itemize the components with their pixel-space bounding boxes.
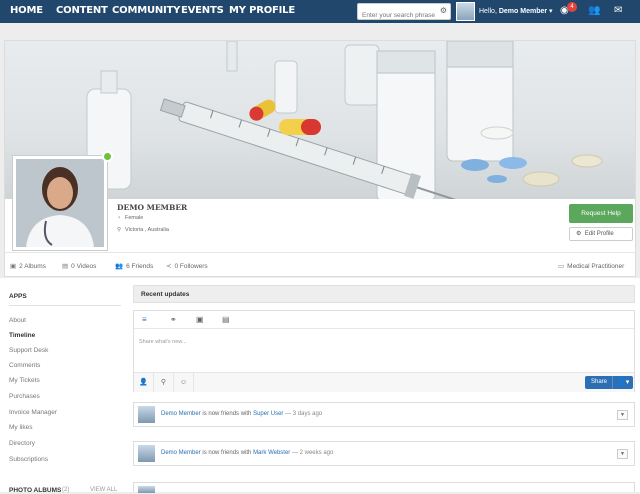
apps-divider	[9, 305, 121, 306]
edit-profile-label: Edit Profile	[584, 231, 614, 237]
app-item-subscriptions[interactable]: Subscriptions	[9, 456, 48, 463]
online-status-indicator	[102, 151, 113, 162]
share-separator	[612, 376, 613, 389]
composer-footer: 👤 ⚲ ☺ Share 👤▾	[134, 372, 634, 392]
profile-location: ⚲ Victoria , Australia	[117, 227, 169, 233]
smiley-icon[interactable]: ☺	[174, 373, 194, 392]
activity-time: — 2 weeks ago	[291, 450, 334, 456]
photo-albums-count: (2)	[62, 487, 70, 493]
share-button[interactable]: Share 👤▾	[585, 376, 633, 389]
activity-target-link[interactable]: Super User	[253, 411, 283, 417]
status-lines-icon[interactable]: ≡	[142, 315, 147, 324]
app-item-support-desk[interactable]: Support Desk	[9, 347, 48, 354]
nav-events[interactable]: EVENTS	[181, 5, 224, 16]
app-item-my-tickets[interactable]: My Tickets	[9, 377, 40, 384]
nav-home[interactable]: HOME	[10, 5, 43, 16]
messages-envelope-icon[interactable]: ✉	[614, 5, 622, 16]
id-card-icon: ▭	[558, 263, 565, 270]
tag-friends-icon[interactable]: 👤	[134, 373, 154, 392]
top-navbar: HOME CONTENT COMMUNITY EVENTS MY PROFILE…	[0, 0, 640, 23]
film-icon: ▤	[62, 263, 69, 270]
activity-item-partial	[133, 482, 635, 493]
friends-count: 6 Friends	[126, 263, 154, 270]
notification-badge: 4	[567, 2, 577, 12]
status-composer: ≡ ⚭ ▣ ▤ Share what's new... 👤 ⚲ ☺ Share …	[133, 310, 635, 392]
user-menu[interactable]: Hello, Demo Member ▾	[479, 7, 553, 15]
activity-item: Demo Member is now friends with Super Us…	[133, 402, 635, 427]
profile-stats-bar: ▣ 2 Albums ▤ 0 Videos 👥 6 Friends ≺ 0 Follow…	[5, 252, 635, 276]
stat-albums[interactable]: ▣ 2 Albums	[10, 262, 46, 270]
app-item-comments[interactable]: Comments	[9, 362, 40, 369]
user-name: Demo Member	[498, 8, 548, 15]
avatar-portrait	[16, 159, 104, 247]
nav-my-profile[interactable]: MY PROFILE	[229, 5, 295, 16]
share-icon: ≺	[166, 263, 172, 270]
activity-avatar[interactable]	[138, 445, 155, 462]
stat-followers[interactable]: ≺ 0 Followers	[166, 262, 208, 270]
search-box: ⚙	[357, 3, 451, 23]
profile-gender: ♀ Female	[117, 215, 143, 221]
albums-count: 2 Albums	[19, 263, 46, 270]
hello-prefix: Hello,	[479, 8, 497, 15]
search-input[interactable]	[358, 8, 436, 23]
recent-updates-header: Recent updates	[133, 285, 635, 303]
composer-tabs: ≡ ⚭ ▣ ▤	[134, 311, 634, 329]
gear-icon: ⚙	[576, 231, 582, 237]
photo-albums-title: PHOTO ALBUMS	[9, 487, 62, 494]
app-item-purchases[interactable]: Purchases	[9, 393, 40, 400]
view-all-albums-link[interactable]: VIEW ALL	[90, 487, 117, 493]
nav-content[interactable]: CONTENT	[56, 5, 108, 16]
activity-actor-link[interactable]: Demo Member	[161, 450, 201, 456]
app-item-about[interactable]: About	[9, 317, 26, 324]
location-pin-icon: ⚲	[117, 227, 122, 233]
activity-verb: is now friends with	[202, 450, 252, 456]
activity-target-link[interactable]: Mark Webster	[253, 450, 290, 456]
activity-options-chevron-down-icon[interactable]: ▼	[617, 410, 628, 420]
location-pin-icon[interactable]: ⚲	[154, 373, 174, 392]
stat-friends[interactable]: 👥 6 Friends	[115, 262, 153, 270]
request-help-button[interactable]: Request Help	[569, 204, 633, 223]
search-options-gear-icon[interactable]: ⚙	[440, 6, 447, 15]
followers-count: 0 Followers	[174, 263, 208, 270]
app-item-directory[interactable]: Directory	[9, 440, 35, 447]
privacy-user-icon[interactable]: 👤▾	[617, 376, 629, 389]
video-film-icon[interactable]: ▤	[222, 315, 230, 324]
activity-avatar[interactable]	[138, 406, 155, 423]
app-item-invoice-manager[interactable]: Invoice Manager	[9, 409, 57, 416]
link-icon[interactable]: ⚭	[170, 315, 177, 324]
activity-time: — 3 days ago	[285, 411, 323, 417]
profile-type-text: Medical Practitioner	[567, 263, 625, 270]
nav-community[interactable]: COMMUNITY	[112, 5, 180, 16]
activity-verb: is now friends with	[202, 411, 252, 417]
share-label: Share	[591, 379, 608, 385]
activity-text: Demo Member is now friends with Mark Web…	[161, 450, 333, 456]
videos-count: 0 Videos	[71, 263, 97, 270]
activity-item: Demo Member is now friends with Mark Web…	[133, 441, 635, 466]
profile-avatar[interactable]	[12, 155, 108, 251]
composer-input[interactable]: Share what's new...	[139, 339, 187, 345]
stat-profile-type: ▭ Medical Practitioner	[558, 262, 624, 270]
gender-female-icon: ♀	[117, 215, 122, 221]
photo-icon[interactable]: ▣	[196, 315, 204, 324]
location-text: Victoria , Australia	[125, 227, 169, 233]
apps-title: APPS	[9, 293, 27, 300]
activity-text: Demo Member is now friends with Super Us…	[161, 411, 322, 417]
profile-card: DEMO MEMBER ♀ Female ⚲ Victoria , Australi…	[4, 40, 636, 277]
gender-text: Female	[125, 215, 144, 221]
friends-icon: 👥	[115, 263, 124, 270]
image-icon: ▣	[10, 263, 17, 270]
app-item-timeline[interactable]: Timeline	[9, 332, 35, 339]
friends-icon[interactable]: 👥	[588, 5, 600, 16]
profile-name: DEMO MEMBER	[117, 203, 188, 212]
edit-profile-button[interactable]: ⚙ Edit Profile	[569, 227, 633, 241]
activity-actor-link[interactable]: Demo Member	[161, 411, 201, 417]
activity-options-chevron-down-icon[interactable]: ▼	[617, 449, 628, 459]
user-avatar[interactable]	[456, 2, 475, 21]
app-item-my-likes[interactable]: My likes	[9, 424, 32, 431]
stat-videos[interactable]: ▤ 0 Videos	[62, 262, 96, 270]
